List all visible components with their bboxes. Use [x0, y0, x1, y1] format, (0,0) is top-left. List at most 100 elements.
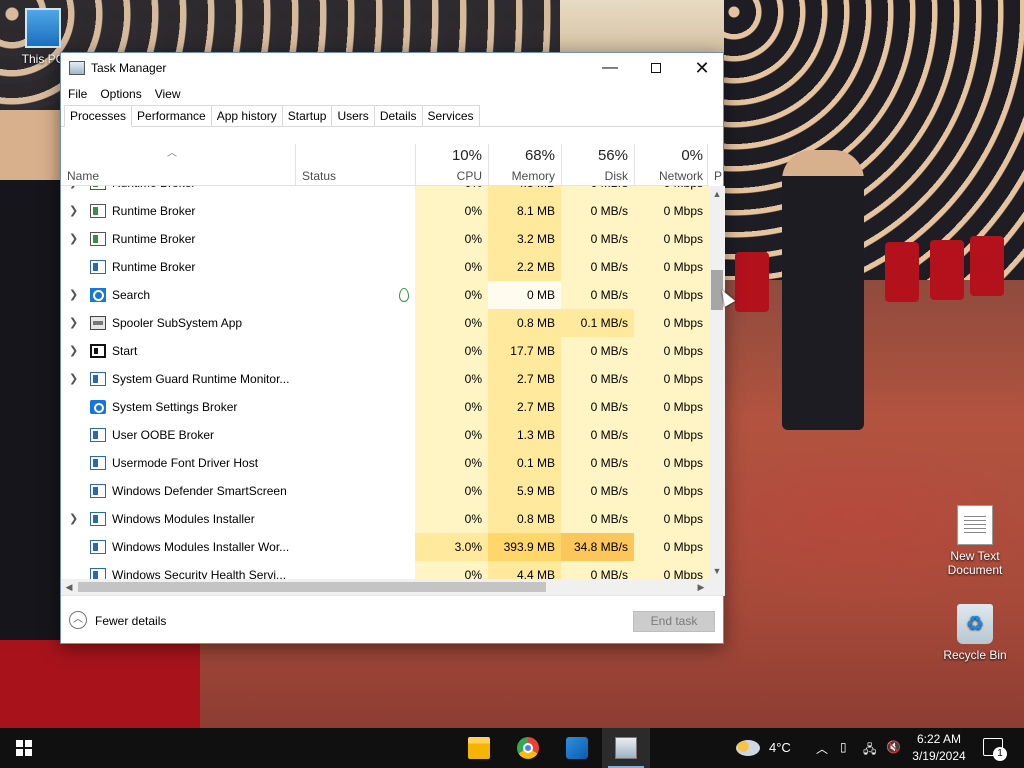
chevron-right-icon[interactable]: ❯: [69, 337, 78, 365]
maximize-button[interactable]: [633, 53, 679, 83]
process-network-cell: 0 Mbps: [634, 449, 709, 477]
app-window-icon: [90, 568, 106, 579]
horizontal-scroll-thumb[interactable]: [78, 582, 546, 592]
menu-view[interactable]: View: [155, 87, 181, 101]
column-header-disk[interactable]: 56% Disk: [561, 144, 634, 186]
tab-details[interactable]: Details: [373, 105, 423, 126]
text-document-icon: [957, 505, 993, 545]
desktop-icon-new-text-document[interactable]: New Text Document: [940, 505, 1010, 577]
column-header-network-label: Network: [658, 169, 703, 183]
chevron-right-icon[interactable]: ❯: [69, 186, 78, 197]
app-window-icon: [90, 372, 106, 386]
column-header-name[interactable]: ︿ Name: [61, 144, 295, 186]
fewer-details-link[interactable]: Fewer details: [95, 614, 166, 628]
weather-temperature[interactable]: 4°C: [769, 740, 791, 755]
chevron-up-icon[interactable]: ︿: [69, 611, 87, 629]
process-row[interactable]: ❯ Windows Modules Installer 0% 0.8 MB 0 MB/s…: [61, 505, 709, 533]
process-row[interactable]: User OOBE Broker 0% 1.3 MB 0 MB/s 0 Mbps: [61, 421, 709, 449]
column-header-cpu[interactable]: 10% CPU: [415, 144, 488, 186]
process-name-cell: ❯ Search: [61, 281, 415, 309]
chevron-right-icon[interactable]: ❯: [69, 225, 78, 253]
chevron-right-icon[interactable]: ❯: [69, 505, 78, 533]
taskbar-app-chrome[interactable]: [504, 728, 552, 768]
process-cpu-cell: 0%: [415, 281, 488, 309]
process-disk-cell: 0 MB/s: [561, 393, 634, 421]
chevron-right-icon[interactable]: ❯: [69, 197, 78, 225]
photos-icon: [566, 737, 588, 759]
process-row[interactable]: ❯ System Guard Runtime Monitor... 0% 2.7 MB…: [61, 365, 709, 393]
tab-users[interactable]: Users: [331, 105, 375, 126]
minimize-button[interactable]: —: [587, 53, 633, 83]
process-network-cell: 0 Mbps: [634, 225, 709, 253]
scroll-down-icon[interactable]: ▼: [709, 563, 725, 579]
network-icon[interactable]: 🖧: [863, 740, 876, 761]
close-button[interactable]: ✕: [679, 53, 725, 83]
menu-file[interactable]: File: [68, 87, 87, 101]
column-header-memory[interactable]: 68% Memory: [488, 144, 561, 186]
column-header-network[interactable]: 0% Network: [634, 144, 709, 186]
process-row[interactable]: ❯ Start 0% 17.7 MB 0 MB/s 0 Mbps: [61, 337, 709, 365]
battery-icon[interactable]: ▯: [840, 740, 847, 754]
taskbar-app-task-manager[interactable]: [602, 728, 650, 768]
process-name-cell: User OOBE Broker: [61, 421, 415, 449]
search-icon: [90, 288, 106, 302]
process-memory-cell: 0 MB: [488, 281, 561, 309]
taskbar-app-photos[interactable]: [553, 728, 601, 768]
process-memory-cell: 393.9 MB: [488, 533, 561, 561]
process-row[interactable]: Runtime Broker 0% 2.2 MB 0 MB/s 0 Mbps: [61, 253, 709, 281]
title-bar[interactable]: Task Manager — ✕: [61, 53, 723, 83]
process-row[interactable]: Windows Modules Installer Wor... 3.0% 393.…: [61, 533, 709, 561]
process-row[interactable]: ❯ Runtime Broker 0%4.5 MB0 MB/s0 Mbps: [61, 186, 709, 197]
process-row[interactable]: Windows Defender SmartScreen 0% 5.9 MB 0 MB…: [61, 477, 709, 505]
menu-bar: File Options View: [61, 83, 723, 105]
app-window-icon: [90, 260, 106, 274]
column-header-status[interactable]: Status: [295, 144, 415, 186]
chevron-right-icon[interactable]: ❯: [69, 281, 78, 309]
weather-icon[interactable]: [736, 740, 760, 756]
clock[interactable]: 6:22 AM 3/19/2024: [908, 731, 970, 765]
process-row[interactable]: Usermode Font Driver Host 0% 0.1 MB 0 MB/s 0…: [61, 449, 709, 477]
sort-ascending-icon: ︿: [167, 148, 177, 159]
desktop-icon-recycle-bin[interactable]: ♻ Recycle Bin: [940, 604, 1010, 662]
start-icon: [90, 344, 106, 358]
menu-options[interactable]: Options: [100, 87, 141, 101]
process-name: Runtime Broker: [112, 232, 196, 246]
process-network-cell: 0 Mbps: [634, 421, 709, 449]
horizontal-scrollbar[interactable]: ◀ ▶: [61, 579, 709, 595]
tab-performance[interactable]: Performance: [131, 105, 212, 126]
scroll-left-icon[interactable]: ◀: [61, 579, 77, 595]
process-cpu-cell: 0%: [415, 421, 488, 449]
process-memory-cell: 0.1 MB: [488, 449, 561, 477]
volume-muted-icon[interactable]: 🔇: [886, 740, 901, 754]
column-header-power[interactable]: P: [707, 144, 722, 186]
process-row[interactable]: ❯ Search 0% 0 MB 0 MB/s 0 Mbps: [61, 281, 709, 309]
network-total: 0%: [681, 147, 703, 164]
process-row[interactable]: System Settings Broker 0% 2.7 MB 0 MB/s 0 Mb…: [61, 393, 709, 421]
process-network-cell: 0 Mbps: [634, 561, 709, 579]
scroll-right-icon[interactable]: ▶: [693, 579, 709, 595]
tab-processes[interactable]: Processes: [64, 105, 133, 127]
chevron-right-icon[interactable]: ❯: [69, 365, 78, 393]
app-window-icon: [90, 540, 106, 554]
process-disk-cell: 0 MB/s: [561, 421, 634, 449]
process-row[interactable]: ❯ Spooler SubSystem App 0% 0.8 MB 0.1 MB/s 0 …: [61, 309, 709, 337]
process-row[interactable]: ❯ Runtime Broker 0% 3.2 MB 0 MB/s 0 Mbps: [61, 225, 709, 253]
process-disk-cell: 34.8 MB/s: [561, 533, 634, 561]
app-window-icon: [90, 512, 106, 526]
tab-startup[interactable]: Startup: [281, 105, 333, 126]
process-name: Search: [112, 288, 151, 302]
chevron-up-icon[interactable]: ︿: [816, 740, 828, 757]
taskbar: 4°C ︿ ▯ 🖧 🔇 6:22 AM 3/19/2024 1: [0, 728, 1024, 768]
end-task-button[interactable]: End task: [633, 611, 715, 632]
process-row[interactable]: Windows Security Health Servi... 0% 4.4 MB…: [61, 561, 709, 579]
process-name: System Settings Broker: [112, 400, 238, 414]
tab-services[interactable]: Services: [421, 105, 480, 126]
chevron-right-icon[interactable]: ❯: [69, 309, 78, 337]
vertical-scrollbar[interactable]: ▲ ▼: [709, 186, 725, 579]
process-row[interactable]: ❯ Runtime Broker 0% 8.1 MB 0 MB/s 0 Mbps: [61, 197, 709, 225]
memory-total: 68%: [524, 147, 555, 164]
taskbar-app-file-explorer[interactable]: [455, 728, 503, 768]
tab-app-history[interactable]: App history: [210, 105, 283, 126]
scroll-up-icon[interactable]: ▲: [709, 186, 725, 202]
start-button[interactable]: [0, 728, 48, 768]
